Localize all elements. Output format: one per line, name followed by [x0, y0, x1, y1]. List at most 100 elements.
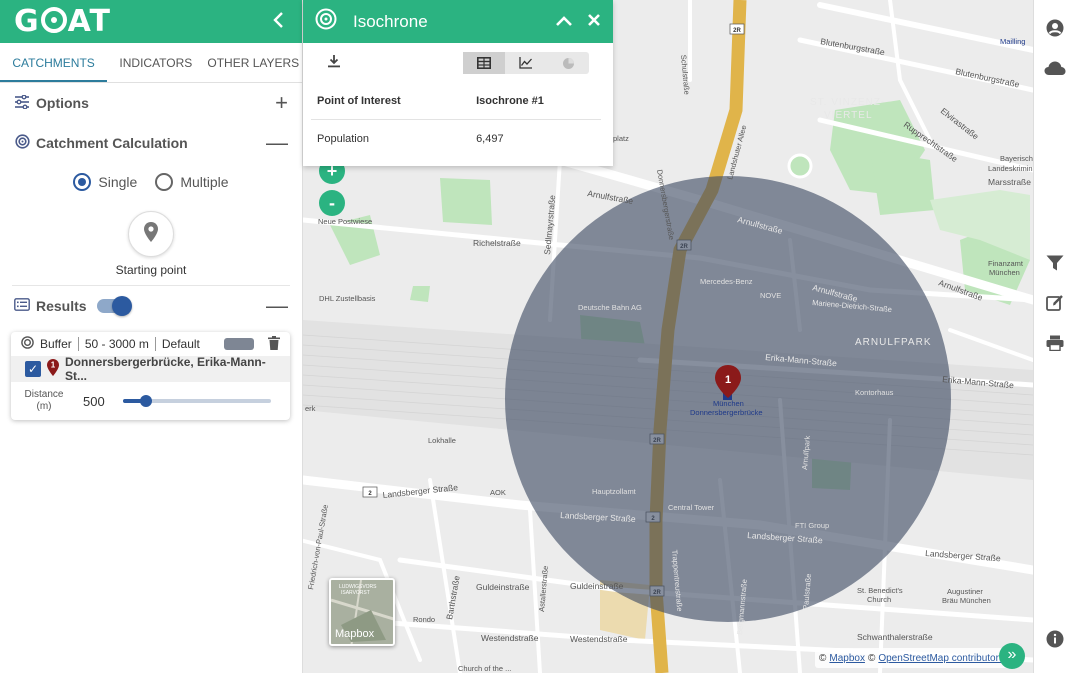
street-label: Richelstraße — [473, 238, 521, 248]
table-header-row: Point of Interest Isochrone #1 — [311, 83, 601, 120]
table-row: Population 6,497 — [311, 119, 601, 159]
street-label: Elvirastraße — [939, 106, 981, 142]
options-label: Options — [36, 95, 89, 111]
close-icon[interactable] — [587, 11, 601, 32]
poi-marker-number: 1 — [725, 374, 731, 386]
radio-multiple-label: Multiple — [180, 174, 229, 190]
map-attribution: © Mapbox © OpenStreetMap contributors — [815, 648, 1008, 668]
result-range: 50 - 3000 m — [84, 337, 149, 351]
line-chart-icon[interactable] — [505, 52, 547, 74]
filter-icon[interactable] — [1044, 252, 1066, 274]
print-icon[interactable] — [1044, 332, 1066, 354]
collapse-results-button[interactable]: — — [266, 293, 288, 319]
cloud-icon[interactable] — [1044, 57, 1066, 79]
slider-knob[interactable] — [139, 395, 152, 407]
street-label: Astallerstraße — [537, 565, 550, 612]
catchment-section-header[interactable]: Catchment Calculation — — [0, 123, 302, 163]
distance-slider[interactable] — [123, 395, 271, 407]
download-icon[interactable] — [327, 54, 341, 73]
isochrone-toolbar — [303, 43, 613, 83]
starting-point-button[interactable] — [128, 211, 174, 257]
basemap-switcher-thumbnail[interactable]: LUDWIGSVORS ISARVORST Mapbox — [329, 578, 395, 646]
sliders-icon — [14, 94, 30, 112]
radio-single[interactable]: Single — [73, 173, 137, 191]
street-label: Marsstraße — [988, 177, 1031, 187]
street-label: Arnulfstraße — [587, 188, 635, 206]
place-label: erk — [305, 404, 316, 413]
expand-attribution-button[interactable]: » — [999, 643, 1025, 669]
tab-catchments[interactable]: CATCHMENTS — [0, 43, 108, 82]
tab-other-layers[interactable]: OTHER LAYERS — [205, 43, 302, 82]
station-label: Donnersbergerbrücke — [690, 408, 763, 417]
radio-multiple[interactable]: Multiple — [155, 173, 229, 191]
goat-logo: G AT — [14, 4, 111, 39]
list-icon — [14, 298, 30, 314]
delete-icon[interactable] — [268, 335, 280, 353]
poi-label: Church of the ... — [458, 664, 511, 673]
street-label: Schwanthalerstraße — [857, 632, 933, 642]
poi-label: Bayerisch — [1000, 154, 1033, 163]
result-color-swatch[interactable] — [223, 338, 254, 350]
station-label: München — [713, 399, 744, 408]
poi-label: NOVE — [760, 291, 781, 300]
district-label: ARNULFPARK — [855, 337, 932, 348]
expand-options-button[interactable]: + — [275, 90, 288, 116]
poi-marker-number: 1 — [51, 361, 56, 370]
edit-icon[interactable] — [1044, 292, 1066, 314]
distance-row: Distance (m) 500 — [11, 382, 290, 420]
tab-indicators[interactable]: INDICATORS — [107, 43, 204, 82]
table-view-icon[interactable] — [463, 52, 505, 74]
table-cell: Population — [317, 133, 369, 146]
radio-dot[interactable] — [73, 173, 92, 191]
place-label: Mailling — [1000, 37, 1025, 46]
chevron-up-icon[interactable] — [555, 11, 573, 32]
isochrone-panel-header: Isochrone — [303, 0, 613, 43]
results-visibility-toggle[interactable] — [96, 296, 132, 316]
poi-label: Landeskriminal — [988, 164, 1033, 173]
isochrone-panel-title: Isochrone — [353, 11, 428, 31]
catchment-label: Catchment Calculation — [36, 135, 188, 151]
copyright-symbol: © — [819, 652, 827, 664]
poi-checkbox[interactable]: ✓ — [25, 361, 41, 377]
map-pin-icon — [144, 221, 158, 247]
result-card-header: Buffer 50 - 3000 m Default — [11, 332, 290, 356]
buffer-icon — [21, 336, 34, 352]
poi-label: AOK — [490, 488, 506, 497]
radio-single-label: Single — [98, 174, 138, 190]
collapse-panel-icon[interactable] — [272, 11, 284, 35]
results-section-header[interactable]: Results — — [0, 286, 302, 326]
poi-label: Rondo — [413, 615, 435, 624]
distance-label-line1: Distance — [24, 389, 64, 400]
distance-value: 500 — [83, 393, 105, 409]
street-label: Westendstraße — [481, 633, 539, 643]
divider — [77, 337, 79, 351]
left-panel: G AT CATCHMENTS INDICATORS OTHER LAYERS O… — [0, 0, 303, 673]
options-section-header[interactable]: Options + — [0, 83, 302, 123]
street-label: Guldeinstraße — [570, 581, 624, 591]
info-icon[interactable] — [1044, 628, 1066, 650]
zoom-out-button[interactable]: - — [319, 190, 345, 216]
result-poi-row: ✓ 1 Donnersbergerbrücke, Erika-Mann-St..… — [11, 355, 290, 383]
user-icon[interactable] — [1044, 17, 1066, 39]
right-toolbar — [1033, 0, 1075, 673]
district-label: VIERTEL — [824, 110, 873, 121]
svg-text:2R: 2R — [733, 28, 741, 34]
osm-attribution-link[interactable]: OpenStreetMap contributors — [878, 653, 1004, 664]
poi-label: Deutsche Bahn AG — [578, 303, 642, 312]
poi-name: Donnersbergerbrücke, Erika-Mann-St... — [65, 355, 266, 383]
poi-label: Church — [867, 595, 891, 604]
result-card: Buffer 50 - 3000 m Default ✓ 1 Donnersbe… — [11, 332, 290, 420]
thumbnail-district-label: ISARVORST — [341, 590, 370, 596]
radio-dot[interactable] — [155, 173, 174, 191]
collapse-catchment-button[interactable]: — — [266, 130, 288, 156]
copyright-symbol: © — [867, 652, 876, 664]
tab-bar: CATCHMENTS INDICATORS OTHER LAYERS — [0, 43, 302, 83]
place-label: platz — [613, 134, 629, 143]
table-header: Isochrone #1 — [470, 83, 601, 120]
street-label: Blutenburgstraße — [820, 36, 886, 57]
mapbox-attribution-link[interactable]: Mapbox — [829, 653, 865, 664]
results-label: Results — [36, 298, 87, 314]
pie-chart-icon[interactable] — [547, 52, 589, 74]
table-header: Point of Interest — [311, 83, 471, 120]
district-label: ST. VINZENZ- — [810, 97, 885, 108]
